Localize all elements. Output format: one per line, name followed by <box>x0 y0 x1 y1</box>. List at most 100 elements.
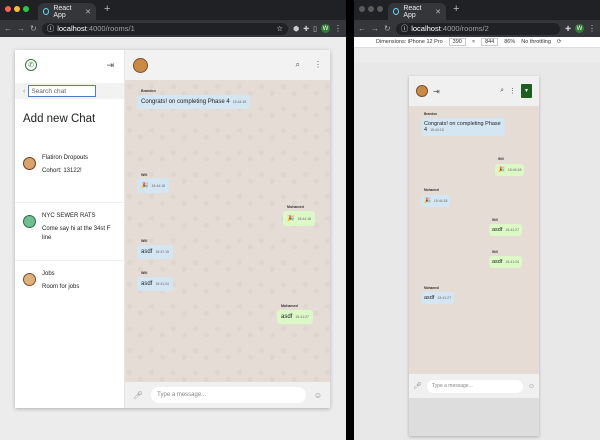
message-time: 15:41:27 <box>437 296 452 300</box>
message-bubble: 🎉 15:44:18 <box>137 178 170 193</box>
maximize-window-button[interactable] <box>23 6 29 12</box>
extension-icon[interactable]: ⬢ <box>293 25 299 33</box>
tab-bar: React App ✕ + <box>354 0 600 20</box>
message-text: asdf <box>141 249 153 255</box>
rotate-icon[interactable]: ⟳ <box>557 39 562 45</box>
chat-avatar <box>23 215 36 228</box>
chat-list-item[interactable]: NYC SEWER RATS Come say hi at the 34st F… <box>15 203 124 261</box>
search-icon[interactable]: ⌕ <box>500 87 504 95</box>
message-text: asdf <box>492 227 503 233</box>
close-window-button[interactable] <box>359 6 365 12</box>
message-input[interactable]: Type a message... <box>151 387 306 403</box>
device-viewport: ⇥ ⌕ ⋮ ▼ Brandon Congrats! on completing … <box>354 62 600 440</box>
add-new-chat-button[interactable]: Add new Chat <box>15 99 124 145</box>
minimize-window-button[interactable] <box>368 6 374 12</box>
window-divider <box>346 0 354 440</box>
puzzle-icon[interactable]: ✚ <box>303 25 309 33</box>
close-tab-icon[interactable]: ✕ <box>85 8 91 16</box>
sidepanel-icon[interactable]: ▯ <box>313 25 317 33</box>
bookmark-star-icon[interactable]: ☆ <box>276 24 283 33</box>
search-input[interactable] <box>28 85 97 97</box>
chat-name: NYC SEWER RATS <box>42 213 96 219</box>
back-icon[interactable]: ← <box>4 24 12 33</box>
forward-icon[interactable]: → <box>17 24 25 33</box>
profile-avatar[interactable]: W <box>321 24 330 33</box>
emoji-icon[interactable]: ☺ <box>314 391 322 400</box>
window-controls <box>359 6 383 12</box>
message-sender: Mohamed <box>281 304 298 308</box>
browser-tab[interactable]: React App ✕ <box>38 3 96 20</box>
url-host: localhost <box>411 24 441 33</box>
room-avatar[interactable] <box>133 57 148 73</box>
message-input[interactable]: Type a message... <box>426 379 523 393</box>
address-bar-row: ← → ↻ ⓘ localhost:4000/rooms/1 ☆ ⬢ ✚ ▯ W… <box>0 20 346 37</box>
browser-menu-icon[interactable]: ⋮ <box>588 24 596 33</box>
height-field[interactable]: 844 <box>481 38 499 46</box>
sidebar: ✆ ⇥ ‹ Add new Chat Flatiron Dropouts Coh… <box>15 50 125 408</box>
logout-icon[interactable]: ⇥ <box>433 87 440 96</box>
message-text: 🎉 <box>287 216 295 222</box>
message-sender: Will <box>141 271 148 275</box>
more-vert-icon[interactable]: ⋮ <box>509 87 516 95</box>
message-sender: Mohamed <box>424 188 439 192</box>
mobile-chat-app: ⇥ ⌕ ⋮ ▼ Brandon Congrats! on completing … <box>409 76 539 436</box>
message-sender: Mohamed <box>287 205 304 209</box>
message-time: 15:44:18 <box>433 199 448 203</box>
message-bubble: Congrats! on completing Phase 4 15:44:18 <box>137 95 251 109</box>
back-icon[interactable]: ← <box>358 24 366 33</box>
zoom-select[interactable]: 86% <box>504 39 515 45</box>
message-bubble: asdf 15:41:24 <box>489 256 523 268</box>
throttle-select[interactable]: No throttling <box>521 39 551 45</box>
message-time: 15:44:18 <box>232 100 247 104</box>
close-tab-icon[interactable]: ✕ <box>435 8 441 16</box>
mic-icon[interactable]: 🎤︎ <box>133 391 143 400</box>
tab-title: React App <box>53 4 72 19</box>
minimize-window-button[interactable] <box>14 6 20 12</box>
new-tab-button[interactable]: + <box>104 3 110 15</box>
message-time: 15:41:24 <box>155 282 169 286</box>
mobile-empty-area <box>409 398 539 436</box>
forward-icon[interactable]: → <box>371 24 379 33</box>
profile-avatar[interactable]: W <box>575 24 584 33</box>
mobile-composer: 🎤︎ Type a message... ☺ <box>409 374 539 398</box>
message-sender: Will <box>141 173 148 177</box>
site-info-icon[interactable]: ⓘ <box>47 23 55 34</box>
mic-icon[interactable]: 🎤︎ <box>413 382 422 390</box>
url-field[interactable]: ⓘ localhost:4000/rooms/1 ☆ <box>41 22 289 35</box>
site-info-icon[interactable]: ⓘ <box>401 23 409 34</box>
browser-tab[interactable]: React App ✕ <box>388 3 446 20</box>
close-window-button[interactable] <box>5 6 11 12</box>
url-field[interactable]: ⓘ localhost:4000/rooms/2 <box>395 22 561 35</box>
logout-icon[interactable]: ⇥ <box>106 60 114 71</box>
new-tab-button[interactable]: + <box>453 3 459 15</box>
more-vert-icon[interactable]: ⋮ <box>314 60 322 70</box>
chat-list-item[interactable]: Flatiron Dropouts Cohort: 13122! <box>15 145 124 203</box>
browser-menu-icon[interactable]: ⋮ <box>334 24 342 33</box>
room-avatar[interactable] <box>416 85 428 97</box>
dropdown-menu-button[interactable]: ▼ <box>521 84 532 98</box>
puzzle-icon[interactable]: ✚ <box>565 25 571 33</box>
chat-name: Flatiron Dropouts <box>42 155 89 161</box>
emoji-icon[interactable]: ☺ <box>528 383 535 390</box>
message-sender: Will <box>492 218 498 222</box>
chat-list-item[interactable]: Jobs Room for jobs <box>15 261 124 319</box>
maximize-window-button[interactable] <box>377 6 383 12</box>
message-time: 15:44:18 <box>507 168 522 172</box>
device-select[interactable]: Dimensions: iPhone 12 Pro <box>376 39 443 45</box>
chat-avatar <box>23 273 36 286</box>
message-text: Congrats! on completing Phase 4 <box>141 99 230 105</box>
message-time: 15:41:27 <box>295 315 309 319</box>
message-bubble: asdf 15:41:27 <box>421 292 455 304</box>
message-bubble: 🎉 15:44:18 <box>283 211 316 226</box>
whatsapp-icon[interactable]: ✆ <box>25 59 37 71</box>
left-browser-window: React App ✕ + ← → ↻ ⓘ localhost:4000/roo… <box>0 0 346 440</box>
message-bubble: asdf 15:41:27 <box>489 224 523 236</box>
right-browser-window: React App ✕ + ← → ↻ ⓘ localhost:4000/roo… <box>354 0 600 440</box>
reload-icon[interactable]: ↻ <box>30 24 37 33</box>
message-sender: Mohamed <box>424 286 439 290</box>
search-icon[interactable]: ⌕ <box>296 60 300 70</box>
reload-icon[interactable]: ↻ <box>384 24 391 33</box>
width-field[interactable]: 390 <box>448 38 466 46</box>
message-text: 🎉 <box>424 198 431 204</box>
tab-title: React App <box>403 4 422 19</box>
